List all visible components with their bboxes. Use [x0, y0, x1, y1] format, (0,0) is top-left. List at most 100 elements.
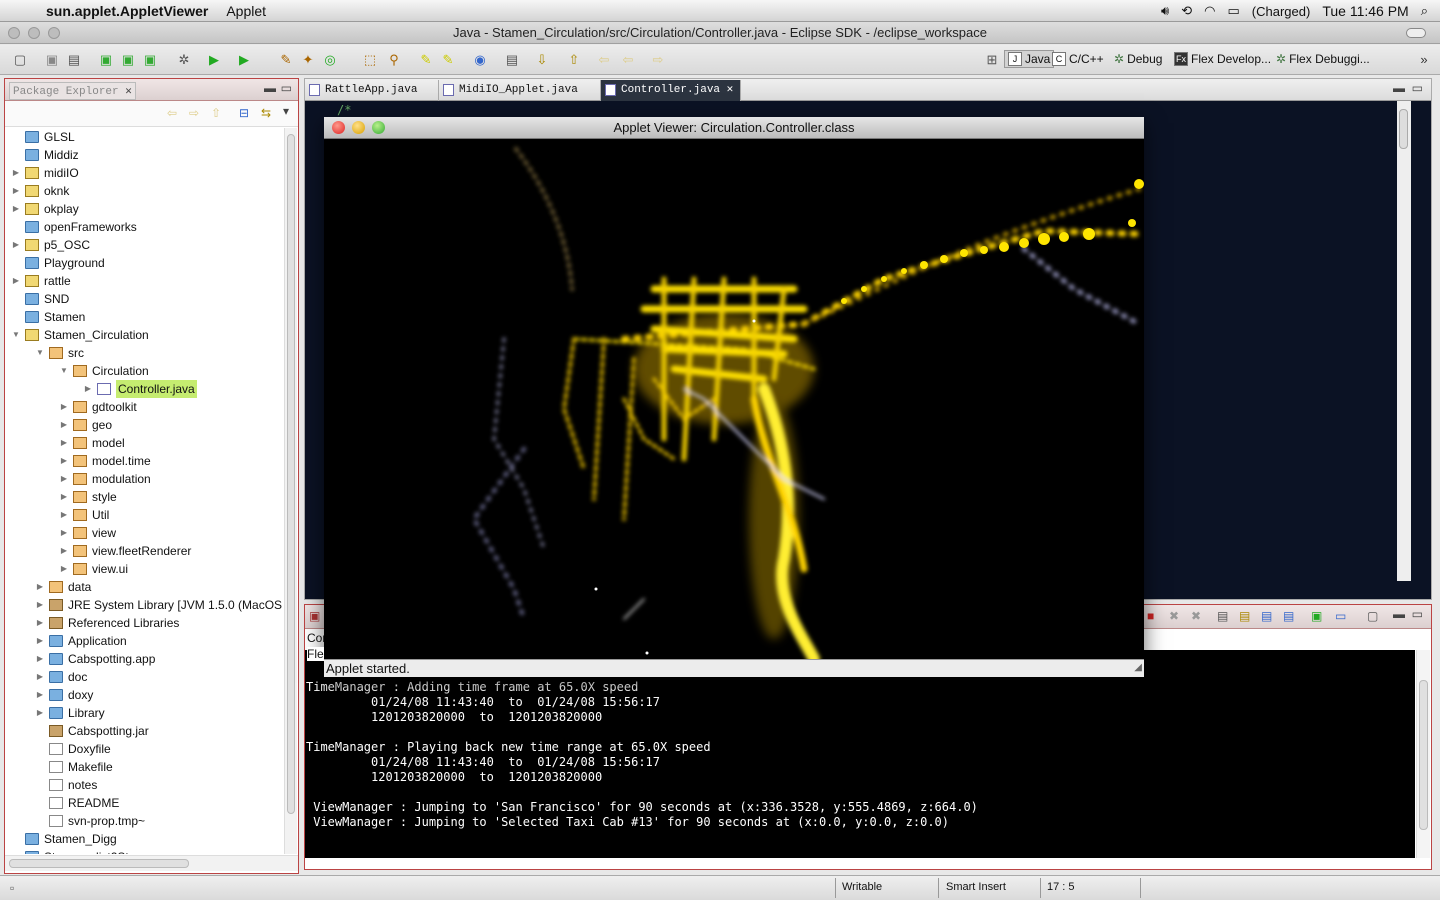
scroll-thumb[interactable]	[287, 134, 295, 814]
tree-item[interactable]: Stamen_Digg	[11, 830, 117, 848]
mark-occurrences-icon[interactable]: ✎	[418, 52, 434, 68]
terminate-icon[interactable]: ■	[1147, 609, 1154, 623]
collapse-arrow-icon[interactable]: ▼	[11, 326, 21, 344]
forward-icon[interactable]: ⇨	[650, 52, 666, 68]
tree-item[interactable]: ▶ gdtoolkit	[59, 398, 137, 416]
tree-item[interactable]: ▶ data	[35, 578, 91, 596]
maximize-view-icon[interactable]: ▭	[281, 81, 292, 95]
remove-all-launches-icon[interactable]: ✖	[1191, 609, 1201, 623]
perspective-cpp[interactable]: C C/C++	[1052, 52, 1104, 66]
tree-item[interactable]: ▶ p5_OSC	[11, 236, 90, 254]
tree-item[interactable]: ▶ Library	[35, 704, 105, 722]
hscroll-thumb[interactable]	[9, 859, 189, 868]
perspective-debug[interactable]: ✲ Debug	[1114, 52, 1162, 66]
save-icon[interactable]: ▣	[44, 52, 60, 68]
fast-view-icon[interactable]: ▫	[10, 881, 14, 895]
applet-canvas[interactable]	[324, 139, 1144, 665]
web-browser-icon[interactable]: ◉	[472, 52, 488, 68]
expand-arrow-icon[interactable]: ▶	[59, 470, 69, 488]
applet-zoom-icon[interactable]	[372, 121, 385, 134]
clear-console-icon[interactable]: ▤	[1217, 609, 1228, 623]
tree-item[interactable]: ▶ view.ui	[59, 560, 128, 578]
console-output[interactable]: end timestamp 1201218977 (seconds)TimeMa…	[305, 650, 1415, 858]
battery-status[interactable]: (Charged)	[1252, 4, 1311, 19]
editor-scroll-thumb[interactable]	[1399, 109, 1408, 149]
tree-item[interactable]: Stamen_dist2Stamen	[11, 848, 159, 854]
run-icon[interactable]: ▶	[206, 52, 222, 68]
more-perspectives-icon[interactable]: »	[1416, 52, 1432, 68]
perspective-flex-develop[interactable]: Fx Flex Develop...	[1174, 52, 1271, 66]
show-on-stderr-icon[interactable]: ▤	[1283, 609, 1294, 623]
expand-arrow-icon[interactable]: ▶	[35, 704, 45, 722]
clock[interactable]: Tue 11:46 PM	[1322, 3, 1408, 19]
close-window-icon[interactable]	[8, 27, 20, 39]
expand-arrow-icon[interactable]: ▶	[59, 416, 69, 434]
new-icon[interactable]: ▢	[12, 52, 28, 68]
tree-item[interactable]: ▶ JRE System Library [JVM 1.5.0 (MacOS X …	[35, 596, 283, 614]
tree-item[interactable]: ▶ model	[59, 434, 125, 452]
tree-item[interactable]: ▶ doc	[35, 668, 87, 686]
new-java-project-icon[interactable]: ✎	[278, 52, 294, 68]
external-tools-icon[interactable]: ▶	[236, 52, 252, 68]
view-menu-icon[interactable]: ▾	[283, 104, 289, 118]
new-package-icon[interactable]: ✦	[300, 52, 316, 68]
tab-midiio-applet[interactable]: MidiIO_Applet.java	[439, 80, 601, 101]
expand-arrow-icon[interactable]: ▶	[35, 596, 45, 614]
tree-item[interactable]: ▼ src	[35, 344, 84, 362]
expand-arrow-icon[interactable]: ▶	[83, 380, 93, 398]
expand-arrow-icon[interactable]: ▶	[59, 452, 69, 470]
maximize-console-icon[interactable]: ▭	[1412, 607, 1423, 621]
expand-arrow-icon[interactable]: ▶	[35, 578, 45, 596]
expand-arrow-icon[interactable]: ▶	[11, 182, 21, 200]
tree-item[interactable]: Stamen	[11, 308, 85, 326]
tree-item[interactable]: ▶ rattle	[11, 272, 71, 290]
forward-nav-icon[interactable]: ⇨	[189, 106, 199, 120]
editor-vertical-scrollbar[interactable]	[1397, 101, 1411, 581]
menu-applet[interactable]: Applet	[226, 3, 266, 19]
tree-item[interactable]: svn-prop.tmp~	[35, 812, 145, 830]
expand-arrow-icon[interactable]: ▶	[35, 668, 45, 686]
tree-horizontal-scrollbar[interactable]	[5, 855, 298, 871]
display-console-icon[interactable]: ▭	[1335, 609, 1346, 623]
tree-item[interactable]: ▶ Cabspotting.app	[35, 650, 155, 668]
minimize-window-icon[interactable]	[28, 27, 40, 39]
tree-item[interactable]: Makefile	[35, 758, 113, 776]
tree-item[interactable]: ▶ Referenced Libraries	[35, 614, 179, 632]
tree-item[interactable]: ▶ geo	[59, 416, 112, 434]
back-nav-icon[interactable]: ⇦	[167, 106, 177, 120]
volume-icon[interactable]: 🔊︎	[1161, 3, 1169, 19]
maximize-editor-icon[interactable]: ▭	[1412, 81, 1423, 95]
tree-item[interactable]: openFrameworks	[11, 218, 137, 236]
clean-icon[interactable]: ▣	[142, 52, 158, 68]
time-machine-icon[interactable]: ⟲	[1181, 3, 1192, 19]
expand-arrow-icon[interactable]: ▶	[11, 272, 21, 290]
build-icon[interactable]: ▣	[98, 52, 114, 68]
debug-icon[interactable]: ✲	[176, 52, 192, 68]
link-with-editor-icon[interactable]: ⇆	[261, 106, 271, 120]
tree-item[interactable]: ▶ oknk	[11, 182, 69, 200]
scroll-lock-icon[interactable]: ▤	[1239, 609, 1250, 623]
expand-arrow-icon[interactable]: ▶	[35, 614, 45, 632]
show-whitespace-icon[interactable]: ▤	[504, 52, 520, 68]
package-explorer-tab[interactable]: Package Explorer ✕	[9, 82, 136, 100]
open-console-icon[interactable]: ▢	[1367, 609, 1378, 623]
tree-item[interactable]: ▶ Application	[35, 632, 127, 650]
print-icon[interactable]: ▤	[66, 52, 82, 68]
toolbar-toggle-icon[interactable]	[1406, 28, 1426, 38]
zoom-window-icon[interactable]	[48, 27, 60, 39]
tree-item[interactable]: SND	[11, 290, 69, 308]
tree-item[interactable]: Cabspotting.jar	[35, 722, 149, 740]
tree-item[interactable]: Middiz	[11, 146, 79, 164]
tab-controller[interactable]: Controller.java ✕	[601, 80, 741, 101]
menu-app-name[interactable]: sun.applet.AppletViewer	[46, 3, 208, 19]
minimize-console-icon[interactable]: ▬	[1393, 607, 1405, 621]
collapse-arrow-icon[interactable]: ▼	[35, 344, 45, 362]
expand-arrow-icon[interactable]: ▶	[59, 542, 69, 560]
resize-grip-icon[interactable]: ◢	[1134, 659, 1142, 676]
applet-close-icon[interactable]	[332, 121, 345, 134]
search-icon[interactable]: ⚲	[386, 52, 402, 68]
console-scroll-thumb[interactable]	[1419, 680, 1428, 830]
new-class-icon[interactable]: ◎	[322, 52, 338, 68]
tree-item[interactable]: ▶ okplay	[11, 200, 79, 218]
collapse-arrow-icon[interactable]: ▼	[59, 362, 69, 380]
